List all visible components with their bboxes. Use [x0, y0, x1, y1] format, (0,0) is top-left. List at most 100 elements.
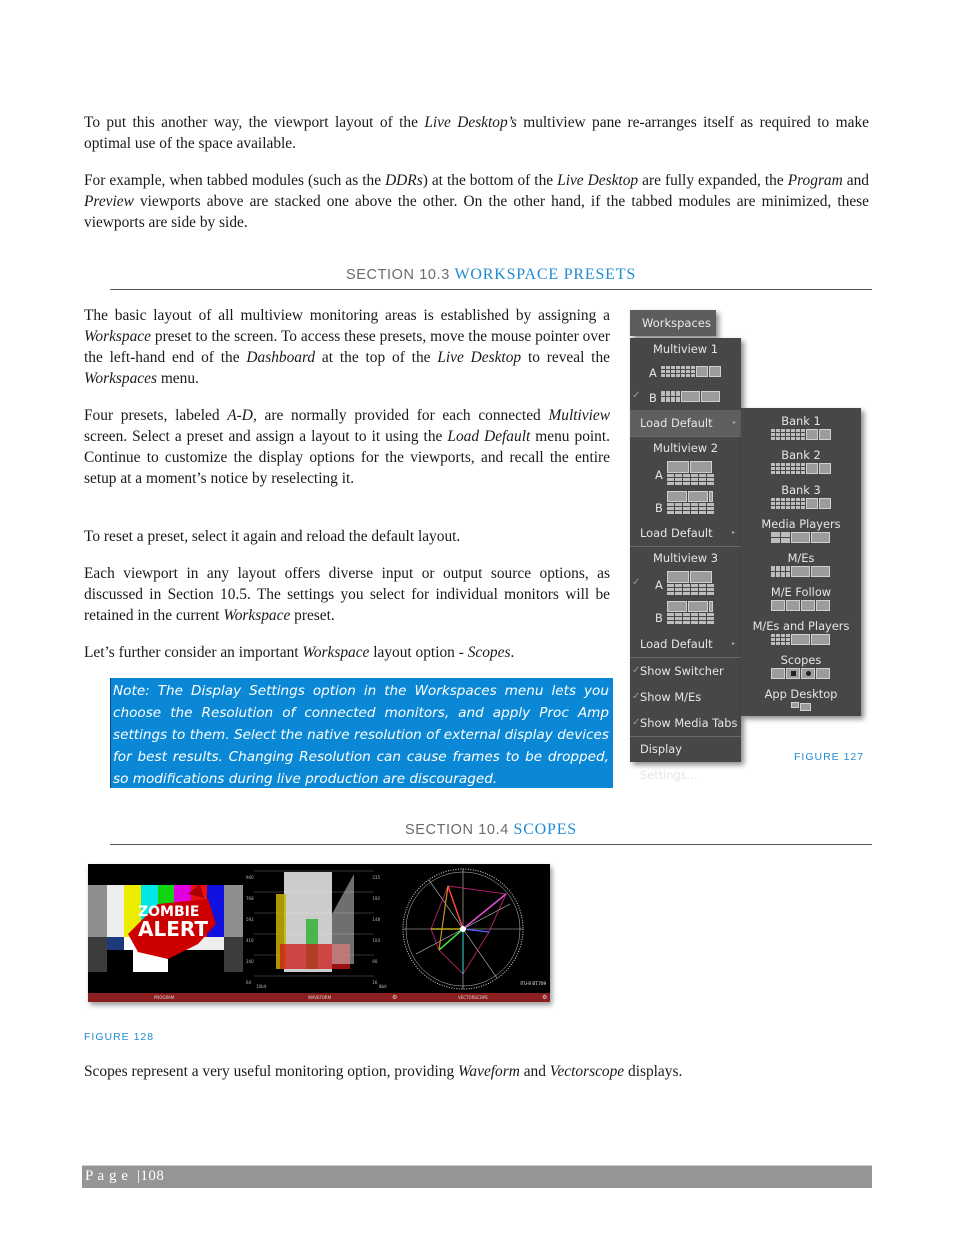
check-icon: ✓ — [632, 691, 641, 702]
section-divider — [110, 844, 872, 845]
load-default-label: Load Default — [640, 526, 713, 540]
workspace-paragraph-5: Let’s further consider an important Work… — [84, 642, 610, 663]
emphasis: Dashboard — [246, 349, 316, 366]
bit-depth-label: 8bit — [379, 984, 387, 989]
emphasis: Waveform — [458, 1063, 520, 1080]
program-label: PROGRAM — [154, 995, 175, 1000]
text: to reveal the — [521, 349, 610, 366]
multiview-1-preset-a[interactable]: A — [630, 362, 741, 384]
gear-icon[interactable]: ⚙ — [542, 993, 547, 1002]
tick-label: 940 — [246, 875, 254, 880]
submenu-item-label: M/Es and Players — [752, 619, 850, 633]
tick-label: 240 — [246, 959, 254, 964]
workspaces-tab[interactable]: Workspaces — [630, 310, 716, 336]
submenu-item-mes-and-players[interactable]: M/Es and Players — [741, 619, 861, 645]
tick-label: 64 — [246, 980, 252, 985]
emphasis: Scopes — [467, 644, 511, 661]
scopes-label-bar: PROGRAM WAVEFORM ⚙ VECTORSCOPE ⚙ — [88, 993, 550, 1002]
multiview-1-preset-b[interactable]: ✓ B — [630, 386, 741, 408]
scopes-paragraph: Scopes represent a very useful monitorin… — [84, 1061, 869, 1082]
multiview-3-header: Multiview 3 — [653, 551, 718, 565]
submenu-arrow-icon: ▸ — [731, 640, 735, 647]
note-box: Note: The Display Settings option in the… — [110, 678, 613, 788]
load-default-label: Load Default — [640, 416, 713, 430]
check-icon: ✓ — [632, 665, 641, 676]
show-switcher-toggle[interactable]: ✓ Show Switcher — [630, 658, 741, 684]
emphasis: Workspace — [84, 328, 151, 345]
emphasis: Vectorscope — [549, 1063, 625, 1080]
submenu-item-mes[interactable]: M/Es — [741, 551, 861, 577]
emphasis: Load Default — [447, 428, 531, 445]
multiview-2-preset-a[interactable]: A — [630, 459, 741, 487]
waveform-label: WAVEFORM — [308, 995, 332, 1000]
text: viewports above are stacked one above th… — [84, 193, 869, 231]
section-heading-workspace-presets: SECTION 10.3 WORKSPACE PRESETS — [110, 266, 872, 284]
section-number: SECTION 10.4 — [404, 822, 509, 838]
gear-icon[interactable]: ⚙ — [392, 993, 397, 1002]
tick-label: 235 — [372, 875, 380, 880]
tick-label: 148 — [372, 917, 380, 922]
text: ) at the bottom of the — [422, 172, 558, 189]
emphasis: Workspace — [223, 607, 291, 624]
vectorscope-standard-label: ITU-R BT.709 — [520, 981, 546, 986]
page-footer: P a g e |108 — [82, 1165, 872, 1188]
multiview-3-preset-a[interactable]: ✓ A — [630, 569, 741, 597]
emphasis: A-D — [227, 407, 253, 424]
page-number: 108 — [140, 1168, 165, 1184]
text: . — [510, 644, 515, 661]
multiview-3-load-default[interactable]: Load Default ▸ — [630, 631, 741, 657]
emphasis: Multiview — [548, 407, 611, 424]
multiview-3-preset-b[interactable]: B — [630, 600, 741, 628]
check-icon: ✓ — [632, 577, 641, 588]
text: Four presets, labeled — [84, 407, 228, 424]
me-follow-layout-icon — [771, 600, 830, 611]
text: , are normally provided for each connect… — [252, 407, 549, 424]
section-number: SECTION 10.3 — [345, 267, 450, 283]
show-mes-toggle[interactable]: ✓ Show M/Es — [630, 684, 741, 710]
display-settings-label: Display Settings... — [640, 742, 698, 782]
emphasis: Live Desktop — [437, 349, 522, 366]
submenu-item-label: Bank 2 — [781, 448, 821, 462]
preset-label: A — [655, 468, 663, 482]
tick-label: 192 — [372, 896, 380, 901]
bank-layout-icon — [771, 429, 831, 440]
overlay-text: ALERT — [138, 917, 209, 941]
me-layout-icon — [661, 391, 720, 402]
dual-preview-layout-icon — [667, 461, 714, 485]
multiview-2-load-default[interactable]: Load Default ▸ — [630, 520, 741, 546]
submenu-item-app-desktop[interactable]: App Desktop — [741, 687, 861, 711]
emphasis: Live Desktop’s — [424, 114, 517, 131]
waveform-left-scale: 940 768 592 416 240 64 — [246, 867, 254, 993]
submenu-item-scopes[interactable]: Scopes — [741, 653, 861, 679]
submenu-item-bank-1[interactable]: Bank 1 — [741, 414, 861, 440]
show-media-tabs-toggle[interactable]: ✓ Show Media Tabs — [630, 710, 741, 736]
preset-label: A — [649, 366, 657, 380]
load-default-label: Load Default — [640, 637, 713, 651]
text: are fully expanded, the — [638, 172, 788, 189]
submenu-item-label: Bank 3 — [781, 483, 821, 497]
page-label: P a g e | — [85, 1168, 141, 1184]
emphasis: Program — [787, 172, 843, 189]
submenu-item-bank-2[interactable]: Bank 2 — [741, 448, 861, 474]
multiview-2-preset-b[interactable]: B — [630, 490, 741, 518]
text: menu. — [156, 370, 199, 387]
section-divider — [110, 289, 872, 290]
bit-depth-label: 10bit — [256, 984, 267, 989]
workspace-paragraph-4: Each viewport in any layout offers diver… — [84, 563, 610, 626]
submenu-item-me-follow[interactable]: M/E Follow — [741, 585, 861, 611]
multiview-2-header: Multiview 2 — [653, 441, 718, 455]
submenu-item-bank-3[interactable]: Bank 3 — [741, 483, 861, 509]
multiview-1-load-default[interactable]: Load Default ▸ — [630, 410, 742, 436]
workspace-paragraph-1: The basic layout of all multiview monito… — [84, 305, 610, 389]
emphasis: Workspaces — [84, 370, 157, 387]
display-settings-item[interactable]: Display Settings... — [630, 736, 741, 782]
workspace-paragraph-2: Four presets, labeled A-D, are normally … — [84, 405, 610, 489]
mes-players-layout-icon — [771, 634, 830, 645]
submenu-item-label: M/E Follow — [770, 585, 832, 599]
submenu-item-media-players[interactable]: Media Players — [741, 517, 861, 543]
workspace-paragraph-3: To reset a preset, select it again and r… — [84, 528, 461, 545]
multiview-1-header: Multiview 1 — [653, 342, 718, 356]
submenu-item-label: App Desktop — [764, 687, 838, 701]
text: preset. — [290, 607, 335, 624]
check-icon: ✓ — [632, 390, 641, 401]
